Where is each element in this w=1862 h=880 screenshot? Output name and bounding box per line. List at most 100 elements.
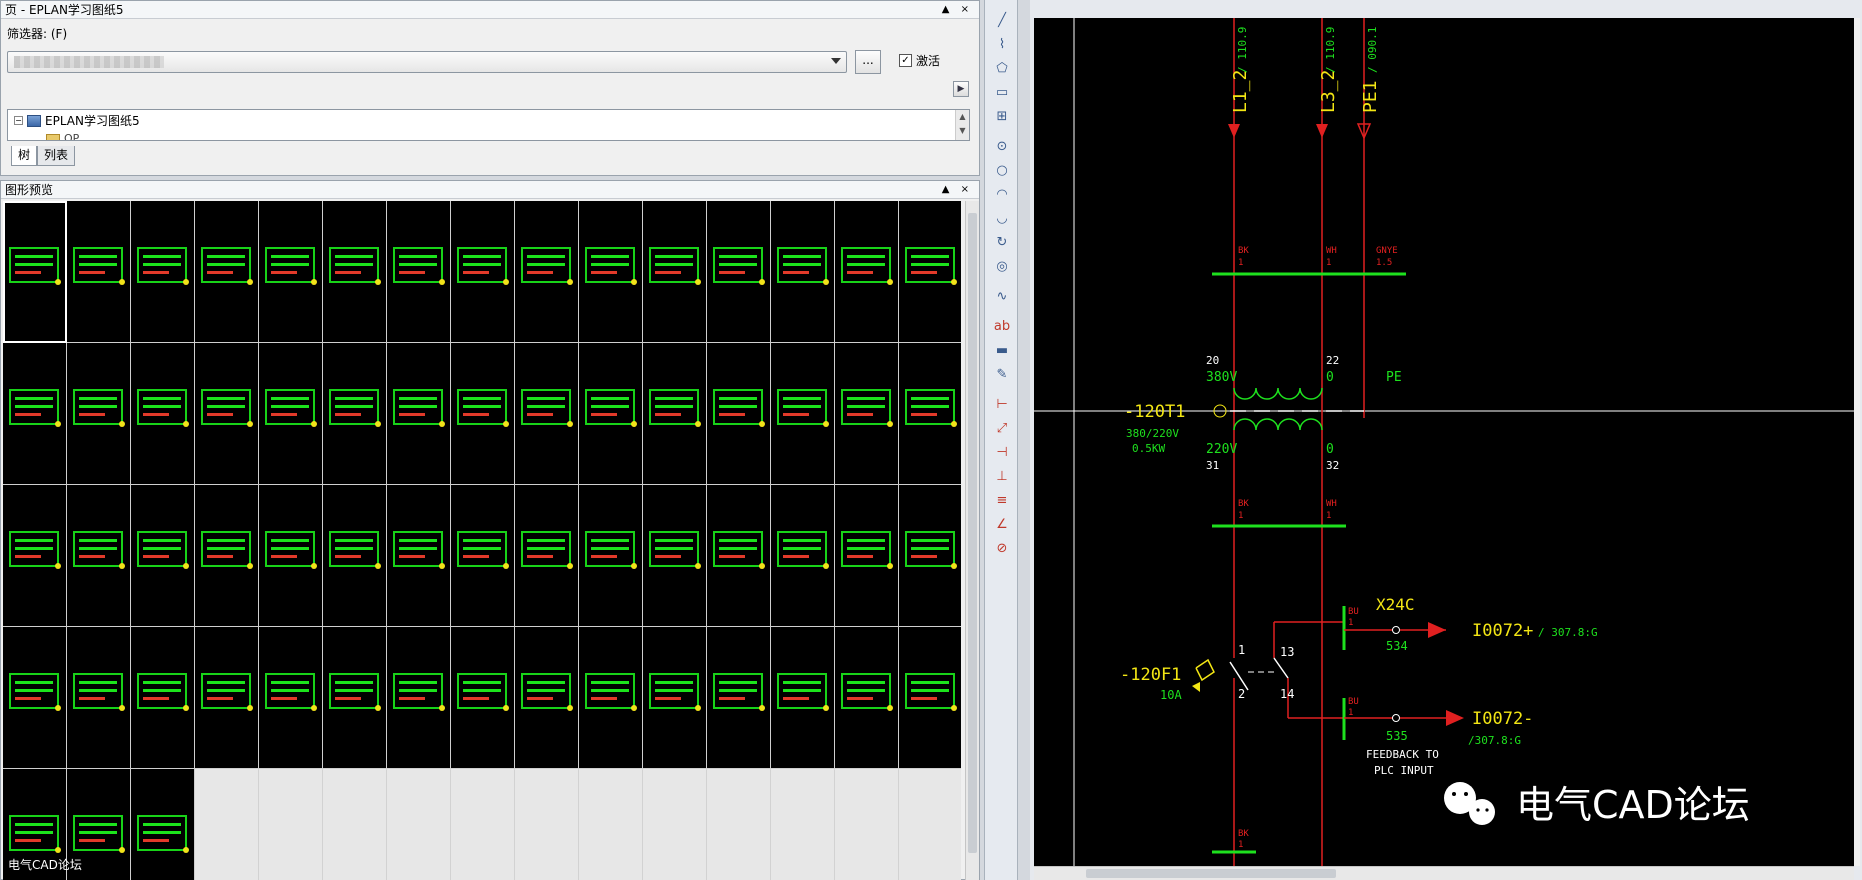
stacked-dimension-icon[interactable]: ≡	[993, 492, 1011, 510]
aligned-dimension-icon[interactable]: ⤢	[993, 420, 1011, 438]
page-thumbnail[interactable]	[515, 485, 579, 627]
page-thumbnail[interactable]	[387, 485, 451, 627]
panel-controls[interactable]: ▲ ×	[942, 181, 979, 198]
spline-tool-icon[interactable]: ∿	[993, 288, 1011, 306]
page-thumbnail[interactable]	[899, 343, 961, 485]
page-tree[interactable]: − EPLAN学习图纸5 OP ▲ ▼	[7, 109, 970, 141]
page-thumbnail[interactable]	[67, 343, 131, 485]
page-thumbnail[interactable]	[195, 627, 259, 769]
spiral-tool-icon[interactable]: ↻	[993, 234, 1011, 252]
preview-scroll-thumb[interactable]	[968, 213, 977, 853]
tab-list[interactable]: 列表	[37, 146, 76, 166]
page-thumbnail[interactable]	[515, 201, 579, 343]
ellipse-tool-icon[interactable]: ◎	[993, 258, 1011, 276]
page-thumbnail[interactable]	[323, 343, 387, 485]
page-thumbnail[interactable]	[899, 485, 961, 627]
panel-controls[interactable]: ▲ ×	[942, 1, 979, 18]
tree-item-project[interactable]: − EPLAN学习图纸5	[14, 112, 140, 129]
page-thumbnail[interactable]	[3, 343, 67, 485]
canvas-scroll-thumb[interactable]	[1086, 869, 1336, 878]
rectangle-tool-icon[interactable]: ▭	[993, 84, 1011, 102]
activate-checkbox[interactable]: ✓	[899, 54, 912, 67]
collapse-icon[interactable]: −	[14, 116, 23, 125]
page-thumbnail[interactable]	[131, 769, 195, 880]
baseline-dimension-icon[interactable]: ⊥	[993, 468, 1011, 486]
page-thumbnail[interactable]	[707, 485, 771, 627]
page-thumbnail[interactable]	[835, 485, 899, 627]
page-thumbnail[interactable]	[451, 485, 515, 627]
page-thumbnail[interactable]	[387, 627, 451, 769]
page-thumbnail[interactable]	[3, 201, 67, 343]
page-thumbnail[interactable]	[707, 201, 771, 343]
page-thumbnail[interactable]	[899, 627, 961, 769]
page-thumbnail[interactable]	[259, 343, 323, 485]
schematic-drawing[interactable]: L1_2 / 110.9 L3_2 / 110.9 PE1 / 090.1 BK…	[1034, 18, 1854, 866]
page-thumbnail[interactable]	[387, 201, 451, 343]
page-thumbnail[interactable]	[323, 201, 387, 343]
page-thumbnail[interactable]	[67, 201, 131, 343]
page-thumbnail[interactable]	[899, 201, 961, 343]
text-tool-icon[interactable]: ab	[993, 318, 1011, 336]
page-thumbnail[interactable]	[67, 485, 131, 627]
filter-select[interactable]	[7, 51, 847, 73]
polygon-tool-icon[interactable]: ⬠	[993, 60, 1011, 78]
page-thumbnail[interactable]	[835, 201, 899, 343]
radius-dimension-icon[interactable]: ⊘	[993, 540, 1011, 558]
page-thumbnail[interactable]	[707, 627, 771, 769]
page-thumbnail[interactable]	[131, 627, 195, 769]
line-tool-icon[interactable]: ╱	[993, 12, 1011, 30]
page-thumbnail[interactable]	[3, 627, 67, 769]
dimension-tool-icon[interactable]: ⊢	[993, 396, 1011, 414]
page-thumbnail[interactable]	[579, 201, 643, 343]
page-thumbnail[interactable]	[771, 627, 835, 769]
preview-scrollbar[interactable]	[965, 201, 979, 880]
page-thumbnail[interactable]	[515, 627, 579, 769]
page-thumbnail[interactable]	[131, 485, 195, 627]
page-thumbnail[interactable]	[451, 201, 515, 343]
page-thumbnail[interactable]	[835, 627, 899, 769]
arc2-tool-icon[interactable]: ◡	[993, 210, 1011, 228]
insert-tool-icon[interactable]: ⊞	[993, 108, 1011, 126]
page-thumbnail[interactable]	[259, 201, 323, 343]
page-thumbnail[interactable]	[579, 485, 643, 627]
circle-tool-icon[interactable]: ○	[993, 162, 1011, 180]
arc-tool-icon[interactable]: ◠	[993, 186, 1011, 204]
tab-tree[interactable]: 树	[11, 146, 38, 166]
page-thumbnail[interactable]	[835, 343, 899, 485]
page-thumbnail[interactable]	[259, 627, 323, 769]
page-thumbnail[interactable]	[195, 201, 259, 343]
circle-center-tool-icon[interactable]: ⊙	[993, 138, 1011, 156]
page-thumbnail[interactable]	[643, 627, 707, 769]
page-thumbnail[interactable]	[451, 627, 515, 769]
page-thumbnail[interactable]	[67, 627, 131, 769]
page-thumbnail[interactable]	[579, 627, 643, 769]
schematic-canvas[interactable]: L1_2 / 110.9 L3_2 / 110.9 PE1 / 090.1 BK…	[1034, 18, 1854, 866]
page-thumbnail[interactable]	[643, 343, 707, 485]
tree-item-child[interactable]: OP	[46, 132, 79, 140]
pen-tool-icon[interactable]: ✎	[993, 366, 1011, 384]
tree-scrollbar[interactable]: ▲ ▼	[955, 110, 969, 140]
polyline-tool-icon[interactable]: ⌇	[993, 36, 1011, 54]
page-thumbnail[interactable]	[643, 485, 707, 627]
image-tool-icon[interactable]: ▬	[993, 342, 1011, 360]
filter-more-button[interactable]: ...	[855, 50, 881, 74]
page-thumbnail[interactable]	[707, 343, 771, 485]
page-thumbnail[interactable]	[323, 485, 387, 627]
page-thumbnail[interactable]	[195, 343, 259, 485]
page-thumbnail[interactable]	[771, 485, 835, 627]
page-thumbnail[interactable]	[323, 627, 387, 769]
canvas-scrollbar[interactable]	[1854, 18, 1860, 866]
page-thumbnail[interactable]	[643, 201, 707, 343]
page-thumbnail[interactable]	[387, 343, 451, 485]
page-thumbnail[interactable]	[579, 343, 643, 485]
chain-dimension-icon[interactable]: ⊣	[993, 444, 1011, 462]
page-thumbnail[interactable]	[195, 485, 259, 627]
page-thumbnail[interactable]	[515, 343, 579, 485]
page-thumbnail[interactable]	[131, 201, 195, 343]
page-thumbnail[interactable]	[451, 343, 515, 485]
activate-toggle[interactable]: ✓ 激活	[899, 52, 940, 69]
canvas-horizontal-scrollbar[interactable]	[1034, 866, 1854, 880]
page-thumbnail[interactable]	[259, 485, 323, 627]
page-thumbnail[interactable]	[3, 485, 67, 627]
page-thumbnail[interactable]	[771, 343, 835, 485]
